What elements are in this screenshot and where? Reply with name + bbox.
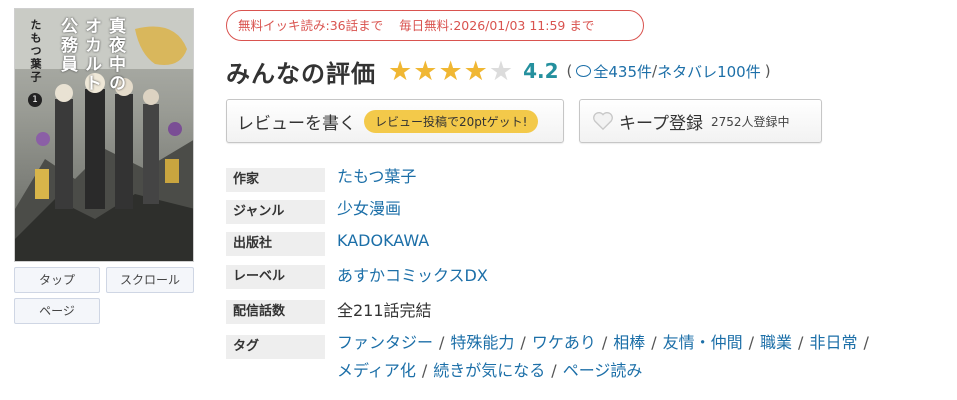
review-counts: ( 全435件 / ネタバレ100件 ) — [567, 61, 771, 82]
tag-separator: / — [551, 361, 557, 380]
rating-row: みんなの評価 ★ ★ ★ ★ ★ 4.2 ( 全435件 / ネタバレ100件 … — [226, 54, 771, 88]
tag-link[interactable]: 非日常 — [809, 333, 857, 352]
free-reading-badge: 無料イッキ読み:36話まで 毎日無料:2026/01/03 11:59 まで — [226, 10, 644, 41]
cover-title-line-1: 真夜中の — [105, 17, 125, 93]
tag-link[interactable]: 友情・仲間 — [663, 333, 743, 352]
spoiler-reviews-link[interactable]: ネタバレ100件 — [657, 61, 761, 82]
tag-separator: / — [798, 333, 804, 352]
star-icon: ★ — [438, 55, 463, 87]
tag-separator: / — [651, 333, 657, 352]
info-label: 出版社 — [226, 232, 325, 256]
view-mode-scroll-button[interactable]: スクロール — [106, 267, 194, 293]
cover-title-line-2: オカルト — [81, 17, 101, 93]
star-icon: ★ — [388, 55, 413, 87]
cover-volume-badge: 1 — [28, 93, 42, 107]
cover-author: たもつ葉子 — [29, 19, 42, 84]
daily-free-text: 毎日無料:2026/01/03 11:59 まで — [399, 18, 595, 33]
tag-link[interactable]: 職業 — [760, 333, 792, 352]
info-label: レーベル — [226, 265, 325, 289]
total-reviews-link[interactable]: 全435件 — [593, 61, 652, 82]
star-icon: ★ — [413, 55, 438, 87]
publisher-link[interactable]: KADOKAWA — [337, 229, 429, 253]
tag-list: ファンタジー / 特殊能力 / ワケあり / 相棒 / 友情・仲間 / 職業 / 非日常 / メディア化 / 続… — [337, 329, 937, 385]
star-icon: ★ — [463, 55, 488, 87]
review-bonus-pill: レビュー投稿で20ptゲット! — [364, 109, 539, 133]
speech-bubble-icon — [576, 65, 592, 77]
book-cover[interactable]: 真夜中の オカルト 公務員 たもつ葉子 1 — [14, 8, 194, 262]
close-paren: ) — [764, 62, 771, 80]
tag-separator: / — [748, 333, 755, 352]
rating-title: みんなの評価 — [226, 59, 376, 88]
heart-icon — [593, 112, 613, 131]
info-label: ジャンル — [226, 200, 325, 224]
tag-link[interactable]: ページ読み — [563, 361, 643, 380]
tag-link[interactable]: 特殊能力 — [450, 333, 514, 352]
tag-link[interactable]: 相棒 — [613, 333, 645, 352]
star-empty-icon: ★ — [488, 55, 514, 87]
genre-link[interactable]: 少女漫画 — [337, 197, 401, 221]
rating-score: 4.2 — [523, 59, 559, 83]
info-label: 作家 — [226, 168, 325, 192]
tag-separator: / — [421, 361, 428, 380]
write-review-label: レビューを書く — [237, 113, 356, 134]
binge-free-text: 無料イッキ読み:36話まで — [238, 18, 384, 33]
open-paren: ( — [566, 62, 573, 80]
view-mode-tap-button[interactable]: タップ — [14, 267, 100, 293]
tag-link[interactable]: ファンタジー — [337, 333, 433, 352]
tag-separator: / — [439, 333, 445, 352]
tag-link[interactable]: メディア化 — [337, 361, 416, 380]
imprint-link[interactable]: あすかコミックスDX — [337, 264, 488, 288]
rating-stars: ★ ★ ★ ★ ★ — [388, 58, 514, 85]
tag-separator: / — [520, 333, 526, 352]
keep-button[interactable]: キープ登録 2752人登録中 — [579, 99, 822, 143]
tag-link[interactable]: 続きが気になる — [433, 361, 545, 380]
keep-count: 2752人登録中 — [710, 114, 790, 129]
author-link[interactable]: たもつ葉子 — [337, 165, 416, 189]
write-review-button[interactable]: レビューを書く レビュー投稿で20ptゲット! — [226, 99, 564, 143]
tag-separator: / — [863, 333, 869, 352]
cover-title-line-3: 公務員 — [57, 17, 77, 74]
view-mode-page-button[interactable]: ページ — [14, 298, 100, 324]
info-label: タグ — [226, 335, 325, 359]
tag-separator: / — [601, 333, 608, 352]
episode-count: 全211話完結 — [337, 301, 432, 320]
info-label: 配信話数 — [226, 300, 325, 324]
tag-link[interactable]: ワケあり — [532, 333, 596, 352]
keep-label: キープ登録 — [619, 113, 703, 134]
